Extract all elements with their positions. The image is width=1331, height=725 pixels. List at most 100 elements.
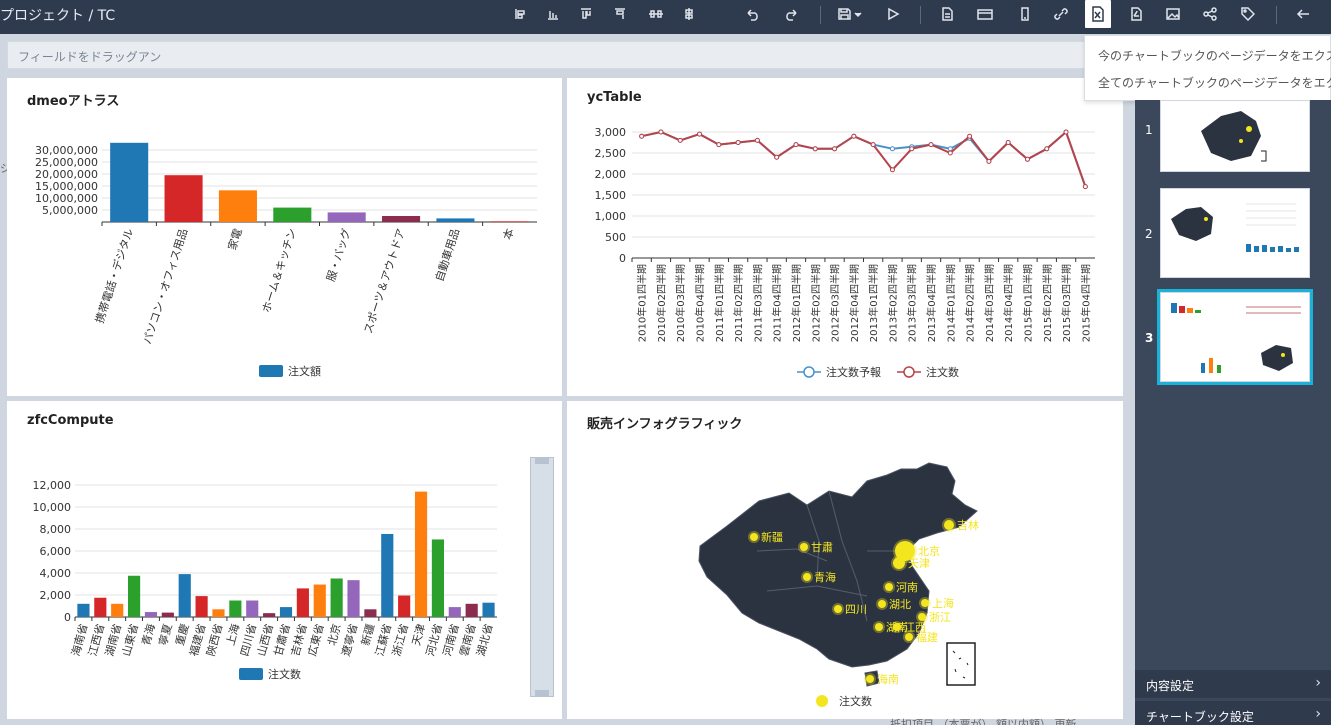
chart-panel-zfccompute[interactable]: zfcCompute 0 2,000 4,000 6,000 8,000 10,000 12… xyxy=(7,401,562,719)
x-tick-label: 新疆 xyxy=(358,622,377,647)
x-tick-label: 2011年03四半期 xyxy=(751,264,764,342)
bar xyxy=(364,609,377,617)
x-tick-label: 2012年01四半期 xyxy=(790,264,803,342)
save-icon[interactable] xyxy=(835,2,865,26)
bar xyxy=(296,588,309,617)
align-right-icon[interactable] xyxy=(610,2,630,26)
page-thumbnail-3[interactable] xyxy=(1157,289,1313,385)
play-icon[interactable] xyxy=(883,2,903,26)
bar xyxy=(94,597,107,617)
chart-panel-yctable[interactable]: ycTable 0 500 1,000 1,500 2,000 2,500 3,000 201… xyxy=(567,78,1123,396)
map-point-label: 湖北 xyxy=(889,598,911,611)
bar-chart-zfccompute: 02,0004,0006,0008,00010,00012,000海南省江西省湖… xyxy=(33,479,497,681)
bar xyxy=(382,216,421,222)
data-point xyxy=(889,146,895,152)
data-point xyxy=(658,129,664,135)
data-point xyxy=(947,150,953,156)
page-thumbnail-1[interactable] xyxy=(1160,100,1310,172)
content-settings-label: 内容設定 xyxy=(1146,679,1195,693)
mobile-icon[interactable] xyxy=(1015,2,1035,26)
x-tick-label: 青海 xyxy=(139,622,158,647)
breadcrumb: プロジェクト / TC xyxy=(0,8,116,24)
document-icon[interactable] xyxy=(937,2,957,26)
x-tick-label: 2015年02四半期 xyxy=(1041,264,1054,342)
bar xyxy=(313,584,326,617)
content-settings-row[interactable]: 内容設定 › xyxy=(1135,670,1331,698)
share-icon[interactable] xyxy=(1200,2,1220,26)
map-point xyxy=(875,623,883,631)
data-point xyxy=(967,133,973,139)
chevron-right-icon: › xyxy=(1315,675,1321,691)
legend-swatch xyxy=(259,365,283,377)
bar xyxy=(164,175,203,222)
x-tick-label: 2012年04四半期 xyxy=(848,264,861,342)
chart-panel-dmeo[interactable]: dmeoアトラス 5,000,000 10,000,000 15,000,000 20… xyxy=(7,78,562,396)
card-icon[interactable] xyxy=(975,2,995,26)
page-number: 3 xyxy=(1145,331,1154,345)
tag-icon[interactable] xyxy=(1238,2,1258,26)
y-tick-label: 6,000 xyxy=(40,545,72,558)
map-point xyxy=(893,557,905,569)
y-tick-label: 30,000,000 xyxy=(35,144,98,157)
x-tick-label: 上海 xyxy=(223,622,242,647)
data-point xyxy=(812,146,818,152)
legend-label: 注文額 xyxy=(288,364,321,378)
back-arrow-icon[interactable] xyxy=(1293,2,1313,26)
y-tick-label: 12,000 xyxy=(33,479,72,492)
map-point xyxy=(885,583,893,591)
map-panel-sales[interactable]: 販売インフォグラフィック 新疆甘肅青海四川北京天津河南湖北上海浙江湖南江西福建吉… xyxy=(567,401,1123,719)
y-tick-label: 8,000 xyxy=(40,523,72,536)
distribute-icon[interactable] xyxy=(645,2,667,26)
bar xyxy=(77,603,90,617)
x-tick-label: 2013年02四半期 xyxy=(886,264,899,342)
data-point xyxy=(1024,156,1030,162)
redo-icon[interactable] xyxy=(780,2,802,26)
export-all-pages-item[interactable]: 全てのチャートブックのページデータをエク xyxy=(1098,74,1331,91)
x-tick-label: 2011年04四半期 xyxy=(771,264,784,342)
y-tick-label: 1,500 xyxy=(595,189,627,202)
distribute-vertical-icon[interactable] xyxy=(679,2,699,26)
field-drop-area[interactable]: フィールドをドラッグアン xyxy=(7,41,1123,69)
bar xyxy=(414,491,428,617)
legend-label: 注文数予報 xyxy=(826,365,881,379)
data-point xyxy=(639,133,645,139)
y-tick-label: 10,000 xyxy=(33,501,72,514)
pdf-icon[interactable] xyxy=(1126,2,1146,26)
y-tick-label: 25,000,000 xyxy=(35,156,98,169)
x-tick-label: 2012年03四半期 xyxy=(829,264,842,342)
bar xyxy=(431,539,444,617)
image-icon[interactable] xyxy=(1163,2,1183,26)
zoom-slider[interactable] xyxy=(530,457,554,697)
map-point-label: 四川 xyxy=(845,603,867,616)
slider-handle-bottom[interactable] xyxy=(535,690,549,696)
map-point-label: 海南 xyxy=(877,672,899,686)
excel-export-icon[interactable] xyxy=(1085,0,1111,28)
x-tick-label: 2014年04四半期 xyxy=(1002,264,1015,342)
bar xyxy=(195,596,208,617)
map-point-label: 福建 xyxy=(916,630,938,644)
bar xyxy=(144,612,158,617)
x-tick-label: 天津 xyxy=(410,622,428,647)
data-point xyxy=(716,142,722,148)
undo-icon[interactable] xyxy=(742,2,764,26)
map-point-label: 上海 xyxy=(932,596,954,610)
x-tick-label: 2015年01四半期 xyxy=(1021,264,1034,342)
y-tick-label: 20,000,000 xyxy=(35,168,98,181)
page-thumbnail-2[interactable] xyxy=(1160,188,1310,278)
bar-chart-icon[interactable] xyxy=(543,2,563,26)
slider-handle-top[interactable] xyxy=(535,458,549,464)
map-point-label: 北京 xyxy=(918,544,940,558)
align-top-icon[interactable] xyxy=(576,2,596,26)
data-point xyxy=(697,131,703,137)
chartbook-settings-row[interactable]: チャートブック設定 › xyxy=(1135,701,1331,725)
x-tick-label: 2014年03四半期 xyxy=(983,264,996,342)
bar xyxy=(246,600,259,617)
export-current-page-item[interactable]: 今のチャートブックのページデータをエクス xyxy=(1098,47,1331,64)
align-left-icon[interactable] xyxy=(510,2,530,26)
map-point-label: 浙江 xyxy=(929,611,951,624)
bar xyxy=(212,609,225,617)
bar xyxy=(482,602,495,617)
link-icon[interactable] xyxy=(1050,2,1072,26)
y-tick-label: 1,000 xyxy=(595,210,627,223)
bar xyxy=(347,580,360,617)
